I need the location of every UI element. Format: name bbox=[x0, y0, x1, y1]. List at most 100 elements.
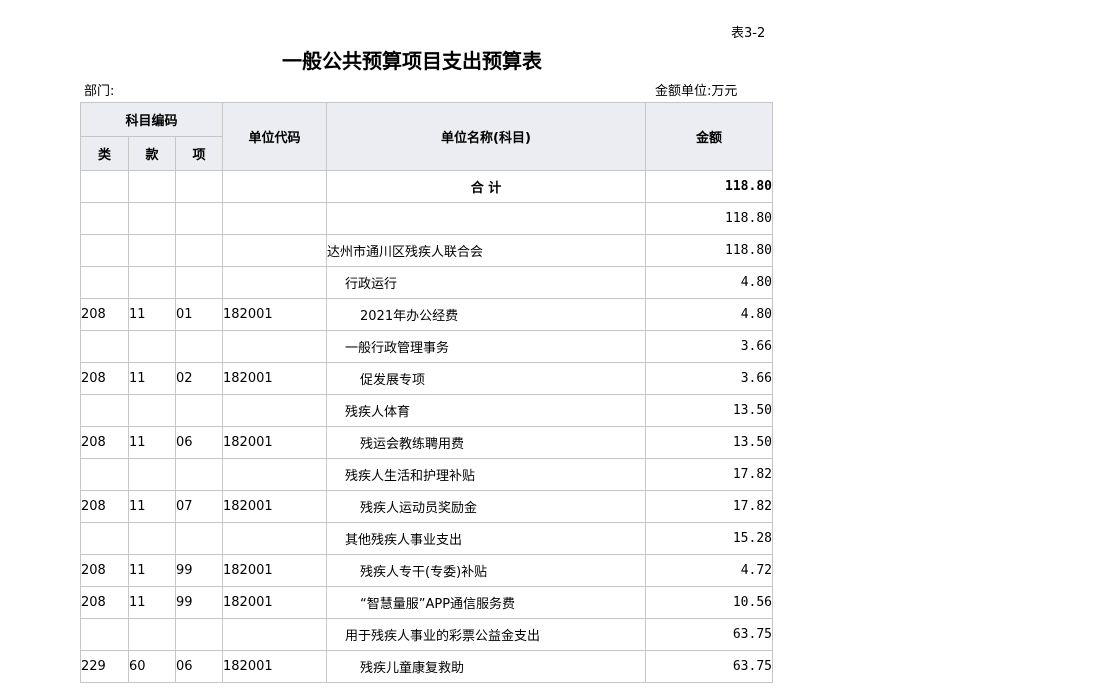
header-xiang: 项 bbox=[175, 136, 223, 171]
header-amount: 金额 bbox=[645, 102, 773, 171]
cell-unit-name: 残运会教练聘用费 bbox=[326, 426, 646, 459]
cell-unit-code bbox=[222, 330, 327, 363]
cell-kuan: 11 bbox=[128, 586, 176, 619]
cell-xiang bbox=[175, 234, 223, 267]
cell-unit-code: 182001 bbox=[222, 586, 327, 619]
cell-unit-code: 182001 bbox=[222, 490, 327, 523]
cell-unit-name: 残疾人生活和护理补贴 bbox=[326, 458, 646, 491]
table-row: 残疾人体育 13.50 bbox=[80, 394, 773, 427]
table-row: 208 11 07 182001 残疾人运动员奖励金 17.82 bbox=[80, 490, 773, 523]
cell-kuan: 11 bbox=[128, 554, 176, 587]
cell-unit-name: 其他残疾人事业支出 bbox=[326, 522, 646, 555]
cell-kuan bbox=[128, 234, 176, 267]
cell-xiang: 02 bbox=[175, 362, 223, 395]
cell-unit-name: 残疾人专干(专委)补贴 bbox=[326, 554, 646, 587]
cell-unit-code bbox=[222, 394, 327, 427]
cell-xiang bbox=[175, 170, 223, 203]
cell-lei: 208 bbox=[80, 490, 129, 523]
cell-unit-code bbox=[222, 618, 327, 651]
cell-lei: 229 bbox=[80, 650, 129, 683]
cell-unit-name: 残疾人运动员奖励金 bbox=[326, 490, 646, 523]
table-row: 一般行政管理事务 3.66 bbox=[80, 330, 773, 363]
cell-kuan: 11 bbox=[128, 426, 176, 459]
cell-xiang bbox=[175, 330, 223, 363]
cell-lei bbox=[80, 170, 129, 203]
cell-amount: 17.82 bbox=[645, 490, 773, 523]
cell-lei: 208 bbox=[80, 586, 129, 619]
cell-amount: 118.80 bbox=[645, 170, 773, 203]
table-row: 达州市通川区残疾人联合会 118.80 bbox=[80, 234, 773, 267]
table-row: 208 11 99 182001 残疾人专干(专委)补贴 4.72 bbox=[80, 554, 773, 587]
table-row: 208 11 02 182001 促发展专项 3.66 bbox=[80, 362, 773, 395]
cell-unit-code bbox=[222, 522, 327, 555]
table-row: 118.80 bbox=[80, 202, 773, 235]
cell-unit-name: 用于残疾人事业的彩票公益金支出 bbox=[326, 618, 646, 651]
cell-unit-code bbox=[222, 266, 327, 299]
amount-unit-label: 金额单位:万元 bbox=[655, 84, 738, 99]
cell-kuan bbox=[128, 330, 176, 363]
cell-unit-name: 2021年办公经费 bbox=[326, 298, 646, 331]
cell-amount: 4.80 bbox=[645, 298, 773, 331]
cell-lei bbox=[80, 458, 129, 491]
cell-xiang bbox=[175, 266, 223, 299]
cell-lei bbox=[80, 394, 129, 427]
cell-amount: 118.80 bbox=[645, 234, 773, 267]
cell-kuan: 60 bbox=[128, 650, 176, 683]
cell-amount: 3.66 bbox=[645, 362, 773, 395]
cell-amount: 63.75 bbox=[645, 650, 773, 683]
table-row: 208 11 99 182001 “智慧量服”APP通信服务费 10.56 bbox=[80, 586, 773, 619]
table-row: 用于残疾人事业的彩票公益金支出 63.75 bbox=[80, 618, 773, 651]
header-kuan: 款 bbox=[128, 136, 176, 171]
cell-unit-name: 残疾人体育 bbox=[326, 394, 646, 427]
cell-amount: 4.80 bbox=[645, 266, 773, 299]
cell-unit-code bbox=[222, 202, 327, 235]
cell-lei: 208 bbox=[80, 298, 129, 331]
cell-unit-name: 合 计 bbox=[326, 170, 646, 203]
cell-xiang bbox=[175, 202, 223, 235]
cell-xiang: 99 bbox=[175, 554, 223, 587]
cell-xiang: 99 bbox=[175, 586, 223, 619]
header-unit-code: 单位代码 bbox=[222, 102, 327, 171]
cell-xiang: 07 bbox=[175, 490, 223, 523]
cell-xiang: 01 bbox=[175, 298, 223, 331]
total-row: 合 计 118.80 bbox=[80, 170, 773, 203]
header-subject-code: 科目编码 bbox=[80, 102, 223, 137]
cell-unit-code: 182001 bbox=[222, 362, 327, 395]
cell-amount: 10.56 bbox=[645, 586, 773, 619]
cell-amount: 13.50 bbox=[645, 426, 773, 459]
cell-unit-code: 182001 bbox=[222, 426, 327, 459]
cell-unit-code: 182001 bbox=[222, 554, 327, 587]
table-row: 残疾人生活和护理补贴 17.82 bbox=[80, 458, 773, 491]
budget-table: 科目编码 单位代码 单位名称(科目) 金额 类 款 项 合 计 118.80 118… bbox=[80, 102, 773, 683]
cell-unit-name: “智慧量服”APP通信服务费 bbox=[326, 586, 646, 619]
cell-lei bbox=[80, 234, 129, 267]
cell-kuan bbox=[128, 522, 176, 555]
cell-xiang bbox=[175, 394, 223, 427]
cell-kuan bbox=[128, 266, 176, 299]
cell-amount: 63.75 bbox=[645, 618, 773, 651]
table-row: 208 11 06 182001 残运会教练聘用费 13.50 bbox=[80, 426, 773, 459]
department-label: 部门: bbox=[84, 84, 115, 99]
table-row: 229 60 06 182001 残疾儿童康复救助 63.75 bbox=[80, 650, 773, 683]
cell-kuan: 11 bbox=[128, 362, 176, 395]
cell-lei: 208 bbox=[80, 554, 129, 587]
cell-kuan bbox=[128, 458, 176, 491]
cell-xiang bbox=[175, 522, 223, 555]
cell-unit-code bbox=[222, 458, 327, 491]
cell-unit-code bbox=[222, 234, 327, 267]
cell-unit-name bbox=[326, 202, 646, 235]
cell-kuan bbox=[128, 170, 176, 203]
cell-lei bbox=[80, 618, 129, 651]
cell-amount: 4.72 bbox=[645, 554, 773, 587]
cell-unit-name: 行政运行 bbox=[326, 266, 646, 299]
cell-xiang bbox=[175, 458, 223, 491]
table-row: 208 11 01 182001 2021年办公经费 4.80 bbox=[80, 298, 773, 331]
cell-unit-name: 残疾儿童康复救助 bbox=[326, 650, 646, 683]
cell-unit-code: 182001 bbox=[222, 650, 327, 683]
cell-kuan bbox=[128, 618, 176, 651]
cell-unit-name: 一般行政管理事务 bbox=[326, 330, 646, 363]
cell-lei: 208 bbox=[80, 426, 129, 459]
cell-unit-name: 达州市通川区残疾人联合会 bbox=[326, 234, 646, 267]
header-unit-name: 单位名称(科目) bbox=[326, 102, 646, 171]
cell-kuan bbox=[128, 394, 176, 427]
